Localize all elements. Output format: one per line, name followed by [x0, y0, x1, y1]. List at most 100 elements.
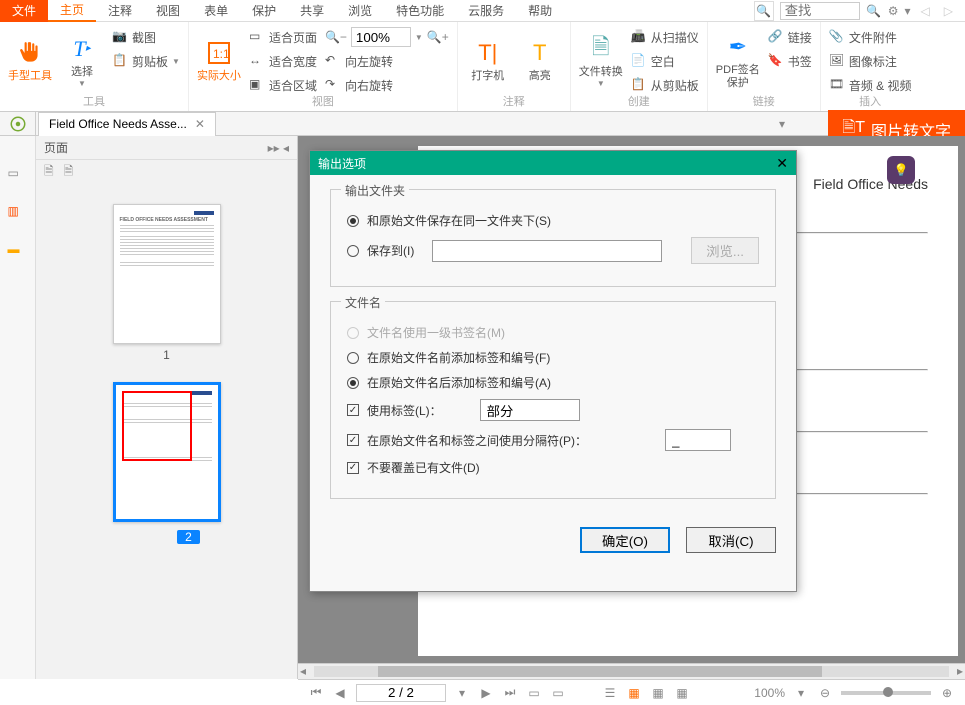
dialog-title: 输出选项: [318, 155, 366, 172]
first-page-icon[interactable]: ⏮: [308, 685, 324, 701]
typewriter-tool[interactable]: T| 打字机: [466, 26, 510, 96]
cancel-button[interactable]: 取消(C): [686, 527, 776, 553]
view-mode2-icon[interactable]: ▭: [550, 685, 566, 701]
zoom-in-icon[interactable]: 🔍+: [427, 30, 449, 44]
files-icon: 🗎: [586, 34, 616, 64]
save-to-label: 保存到(I): [367, 242, 414, 259]
thumb-tool1-icon[interactable]: 🗎: [44, 162, 54, 183]
save-to-input[interactable]: [432, 240, 662, 262]
thumbnail-page-2[interactable]: 2: [113, 382, 221, 544]
fit-page[interactable]: ▭适合页面: [249, 26, 317, 48]
radio-bookmark-name: [347, 327, 359, 339]
page-number-input[interactable]: [356, 684, 446, 702]
camera-icon: 📷: [112, 29, 128, 45]
zoom-dropdown-icon[interactable]: ▾: [793, 685, 809, 701]
menu-features[interactable]: 特色功能: [384, 0, 456, 22]
zoom-out-sb-icon[interactable]: ⊖: [817, 685, 833, 701]
ok-button[interactable]: 确定(O): [580, 527, 670, 553]
label-input[interactable]: [480, 399, 580, 421]
clipboard-btn[interactable]: 📋剪贴板▼: [112, 50, 180, 72]
file-convert[interactable]: 🗎 文件转换 ▼: [579, 26, 623, 96]
hand-tool[interactable]: 手型工具: [8, 26, 52, 96]
separator-input[interactable]: [665, 429, 731, 451]
search-input[interactable]: [780, 2, 860, 20]
nav-back-icon[interactable]: ◁: [917, 4, 934, 18]
check-use-label[interactable]: ✓: [347, 404, 359, 416]
screenshot-btn[interactable]: 📷截图: [112, 26, 180, 48]
page-dropdown-icon[interactable]: ▾: [454, 685, 470, 701]
check-separator[interactable]: ✓: [347, 434, 359, 446]
menu-browse[interactable]: 浏览: [336, 0, 384, 22]
comments-panel-icon[interactable]: ▬: [8, 242, 28, 262]
menu-form[interactable]: 表单: [192, 0, 240, 22]
menu-protect[interactable]: 保护: [240, 0, 288, 22]
scroll-thumb[interactable]: [378, 666, 823, 677]
menu-help[interactable]: 帮助: [516, 0, 564, 22]
menu-bar: 文件 主页 注释 视图 表单 保护 共享 浏览 特色功能 云服务 帮助 🔍 🔍 …: [0, 0, 965, 22]
zoom-slider[interactable]: [841, 691, 931, 695]
clip-icon: 📋: [631, 77, 647, 93]
radio-suffix[interactable]: [347, 377, 359, 389]
link-btn[interactable]: 🔗链接: [768, 26, 812, 48]
rotate-left[interactable]: ↶向左旋转: [325, 50, 449, 72]
left-sidebar: ▭ ▥ ▬: [0, 136, 36, 679]
document-tab[interactable]: Field Office Needs Asse... ✕: [38, 112, 216, 136]
av-icon: 🎞: [829, 77, 845, 93]
menu-home[interactable]: 主页: [48, 0, 96, 22]
menu-view[interactable]: 视图: [144, 0, 192, 22]
pages-panel-icon[interactable]: ▥: [8, 204, 28, 224]
layout2-icon[interactable]: ▦: [626, 685, 642, 701]
search-scope-icon[interactable]: 🔍: [754, 1, 774, 21]
settings-icon[interactable]: ⚙: [888, 4, 899, 18]
from-scanner[interactable]: 📠从扫描仪: [631, 26, 699, 48]
hint-bulb-icon[interactable]: 💡: [887, 156, 915, 184]
no-overwrite-label: 不要覆盖已有文件(D): [367, 459, 480, 476]
fit-width[interactable]: ↔适合宽度: [249, 50, 317, 72]
bookmark-btn[interactable]: 🔖书签: [768, 50, 812, 72]
dialog-close-icon[interactable]: ✕: [776, 155, 788, 172]
doc-hscrollbar[interactable]: ◂ ▸: [298, 663, 965, 679]
nav-fwd-icon[interactable]: ▷: [940, 4, 957, 18]
file-menu[interactable]: 文件: [0, 0, 48, 22]
ribbon: 手型工具 T▸ 选择 ▼ 📷截图 📋剪贴板▼ 工具 1:1 实际大小 ▭适合页面…: [0, 22, 965, 112]
layout3-icon[interactable]: ▦: [650, 685, 666, 701]
highlight-tool[interactable]: T 高亮: [518, 26, 562, 96]
zoom-input[interactable]: [351, 27, 411, 47]
layout1-icon[interactable]: ☰: [602, 685, 618, 701]
check-no-overwrite[interactable]: ✓: [347, 462, 359, 474]
blank-page[interactable]: 📄空白: [631, 50, 699, 72]
radio-save-to[interactable]: [347, 245, 359, 257]
actual-size[interactable]: 1:1 实际大小: [197, 26, 241, 96]
collapse-icon[interactable]: ▸▸ ◂: [268, 141, 289, 155]
menu-annot[interactable]: 注释: [96, 0, 144, 22]
thumbnail-page-1[interactable]: FIELD OFFICE NEEDS ASSESSMENT 1: [113, 204, 221, 362]
file-attach[interactable]: 📎文件附件: [829, 26, 912, 48]
thumb-tool2-icon[interactable]: 🗎: [64, 162, 74, 183]
image-icon: 🖼: [829, 53, 845, 69]
bookmark-panel-icon[interactable]: ▭: [8, 166, 28, 186]
menu-cloud[interactable]: 云服务: [456, 0, 516, 22]
zoom-in-sb-icon[interactable]: ⊕: [939, 685, 955, 701]
last-page-icon[interactable]: ⏭: [502, 685, 518, 701]
link-icon: 🔗: [768, 29, 784, 45]
radio-prefix[interactable]: [347, 352, 359, 364]
scroll-right-icon[interactable]: ▸: [957, 664, 963, 678]
actual-size-icon: 1:1: [204, 38, 234, 68]
image-annot[interactable]: 🖼图像标注: [829, 50, 912, 72]
pdf-sign[interactable]: ✒ PDF签名保护: [716, 26, 760, 96]
home-tab-icon[interactable]: [0, 112, 36, 136]
scroll-left-icon[interactable]: ◂: [300, 664, 306, 678]
prev-page-icon[interactable]: ◀: [332, 685, 348, 701]
layout4-icon[interactable]: ▦: [674, 685, 690, 701]
close-tab-icon[interactable]: ✕: [195, 117, 205, 131]
settings-dropdown-icon[interactable]: ▾: [905, 4, 911, 18]
view-mode1-icon[interactable]: ▭: [526, 685, 542, 701]
next-page-icon[interactable]: ▶: [478, 685, 494, 701]
select-tool[interactable]: T▸ 选择 ▼: [60, 26, 104, 96]
output-options-dialog: 输出选项 ✕ 输出文件夹 和原始文件保存在同一文件夹下(S) 保存到(I) 浏览…: [309, 150, 797, 592]
menu-share[interactable]: 共享: [288, 0, 336, 22]
search-icon[interactable]: 🔍: [866, 3, 882, 19]
fit-page-icon: ▭: [249, 29, 265, 45]
radio-same-folder[interactable]: [347, 215, 359, 227]
zoom-out-icon[interactable]: 🔍−: [325, 30, 347, 44]
